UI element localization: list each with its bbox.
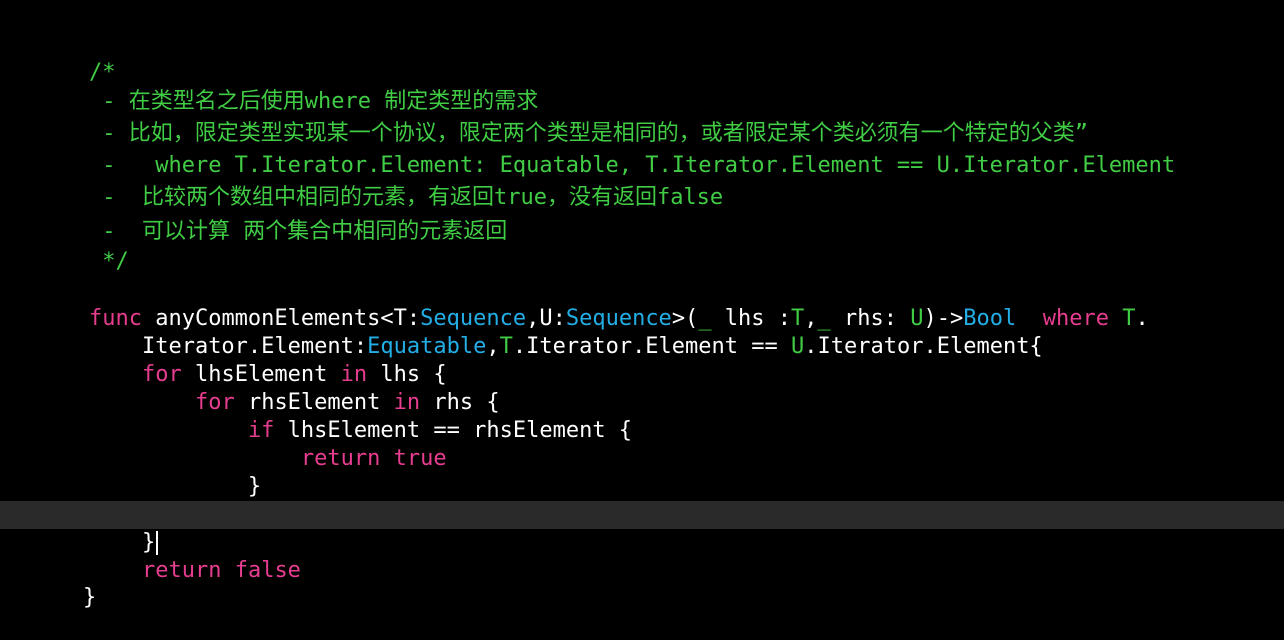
code-line-current[interactable]: } xyxy=(0,501,1284,555)
code-line-comment: - 比如，限定类型实现某一个协议，限定两个类型是相同的，或者限定某个类必须有一个… xyxy=(0,92,1284,146)
code-line-comment-close: */ xyxy=(0,220,1284,274)
code-line-comment: - 在类型名之后使用where 制定类型的需求 xyxy=(0,60,1284,114)
code-line-func-close: } xyxy=(0,556,1284,610)
code-text: } xyxy=(82,585,97,610)
code-line-comment: - 可以计算 两个集合中相同的元素返回 xyxy=(0,190,1284,244)
code-editor[interactable]: /* - 在类型名之后使用where 制定类型的需求 - 比如，限定类型实现某一… xyxy=(0,0,1284,610)
code-line-where-clause: Iterator.Element:Equatable,T.Iterator.El… xyxy=(0,305,1284,359)
code-line-comment: - 比较两个数组中相同的元素，有返回true，没有返回false xyxy=(0,156,1284,210)
code-line-inner-for: for rhsElement in rhs { xyxy=(0,361,1284,415)
code-line-comment-open: /* xyxy=(0,31,1284,85)
code-line-close-brace: } xyxy=(0,473,1284,527)
comment-text: */ xyxy=(88,249,129,274)
code-line-comment: - where T.Iterator.Element: Equatable, T… xyxy=(0,124,1284,178)
code-line-if: if lhsElement == rhsElement { xyxy=(0,389,1284,443)
code-line-return-false: return false xyxy=(0,529,1284,583)
code-line-return-true: return true xyxy=(0,417,1284,471)
code-line-outer-for: for lhsElement in lhs { xyxy=(0,333,1284,387)
code-line-close-brace: } xyxy=(0,445,1284,499)
code-line-func-signature: func anyCommonElements<T:Sequence,U:Sequ… xyxy=(0,277,1284,331)
